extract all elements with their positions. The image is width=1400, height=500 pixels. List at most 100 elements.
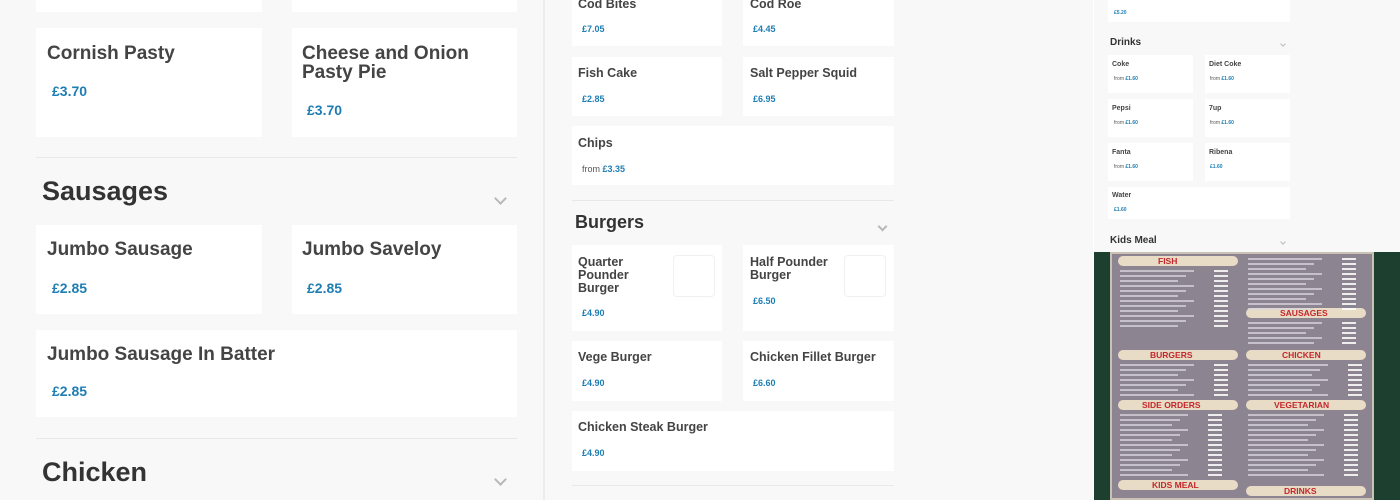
menu-item-card-partial[interactable]: £5.20 <box>1108 0 1290 22</box>
menu-item-card[interactable]: Water £1.60 <box>1108 187 1290 219</box>
item-name-line2: Burger <box>750 268 791 282</box>
board-price-line <box>1342 258 1356 260</box>
board-handwriting-line <box>1120 414 1188 416</box>
menu-panel-middle: Cod Bites £7.05 Cod Roe £4.45 Fish Cake … <box>545 0 1093 500</box>
board-handwriting-line <box>1120 454 1172 456</box>
menu-item-card-partial[interactable] <box>36 0 262 12</box>
board-handwriting-line <box>1120 419 1180 421</box>
board-handwriting-line <box>1248 332 1306 334</box>
item-price: from £1.60 <box>1210 120 1234 126</box>
item-price: £2.85 <box>52 383 88 399</box>
section-title-drinks[interactable]: Drinks <box>1110 37 1141 48</box>
menu-item-card[interactable]: Jumbo Sausage £2.85 <box>36 225 262 314</box>
menu-item-card[interactable]: Chips from £3.35 <box>572 126 894 185</box>
menu-item-card-partial[interactable] <box>292 0 517 12</box>
board-heading-vegetarian: VEGETARIAN <box>1274 400 1330 410</box>
board-handwriting-line <box>1248 288 1322 290</box>
chevron-down-icon[interactable] <box>494 473 507 486</box>
menu-item-card[interactable]: Jumbo Saveloy £2.85 <box>292 225 517 314</box>
board-price-line <box>1214 320 1228 322</box>
menu-item-card[interactable]: Ribena £1.60 <box>1205 143 1290 181</box>
section-title-kids-meal[interactable]: Kids Meal <box>1110 235 1157 246</box>
menu-item-card[interactable]: Vege Burger £4.90 <box>572 341 722 401</box>
price-value: £1.60 <box>1125 164 1138 170</box>
price-value: £1.60 <box>1125 76 1138 82</box>
menu-item-card[interactable]: Pepsi from £1.60 <box>1108 99 1193 137</box>
chevron-down-icon[interactable] <box>1280 239 1286 245</box>
board-handwriting-line <box>1248 469 1308 471</box>
board-handwriting-line <box>1248 474 1324 476</box>
section-title-sausages[interactable]: Sausages <box>42 176 168 207</box>
board-price-line <box>1214 310 1228 312</box>
menu-item-card[interactable]: Diet Coke from £1.60 <box>1205 55 1290 93</box>
chevron-down-icon[interactable] <box>877 221 888 232</box>
section-divider <box>36 438 517 439</box>
board-handwriting-line <box>1120 434 1180 436</box>
menu-item-card[interactable]: Cod Roe £4.45 <box>743 0 894 46</box>
item-price: £2.85 <box>582 94 605 104</box>
board-price-line <box>1344 459 1358 461</box>
board-handwriting-line <box>1248 434 1316 436</box>
menu-item-card[interactable]: Coke from £1.60 <box>1108 55 1193 93</box>
price-value: £1.60 <box>1221 76 1234 82</box>
board-price-line <box>1344 469 1358 471</box>
board-handwriting-line <box>1248 322 1322 324</box>
board-handwriting-line <box>1248 308 1314 310</box>
item-price: £6.50 <box>753 296 776 306</box>
item-name: Fanta <box>1112 149 1131 156</box>
menu-item-card[interactable]: Jumbo Sausage In Batter £2.85 <box>36 330 517 417</box>
item-name: Chips <box>578 136 613 150</box>
board-handwriting-line <box>1120 384 1186 386</box>
menu-item-card[interactable]: Fanta from £1.60 <box>1108 143 1193 181</box>
item-name-line2: Pasty Pie <box>302 62 387 83</box>
board-handwriting-line <box>1120 369 1186 371</box>
item-price: £4.45 <box>753 24 776 34</box>
menu-item-card[interactable]: Chicken Fillet Burger £6.60 <box>743 341 894 401</box>
item-price: £2.85 <box>307 280 343 296</box>
board-price-line <box>1344 434 1358 436</box>
board-handwriting-line <box>1248 449 1316 451</box>
menu-item-card[interactable]: 7up from £1.60 <box>1205 99 1290 137</box>
board-price-line <box>1342 337 1356 339</box>
item-price: from £1.60 <box>1114 120 1138 126</box>
menu-item-card[interactable]: Chicken Steak Burger £4.90 <box>572 411 894 471</box>
menu-item-card[interactable]: Salt Pepper Squid £6.95 <box>743 57 894 116</box>
item-name: Vege Burger <box>578 350 652 364</box>
menu-item-card[interactable]: Cod Bites £7.05 <box>572 0 722 46</box>
price-value: £1.60 <box>1221 120 1234 126</box>
chevron-down-icon[interactable] <box>494 192 507 205</box>
section-title-burgers[interactable]: Burgers <box>575 212 644 233</box>
item-name-line1: Cheese and Onion <box>302 43 469 64</box>
board-price-line <box>1342 342 1356 344</box>
board-price-line <box>1208 469 1222 471</box>
from-label: from <box>1114 164 1124 170</box>
board-price-line <box>1214 275 1228 277</box>
board-price-line <box>1208 434 1222 436</box>
board-price-line <box>1348 364 1362 366</box>
board-price-line <box>1208 459 1222 461</box>
board-price-line <box>1342 303 1356 305</box>
board-handwriting-line <box>1120 449 1180 451</box>
board-handwriting-line <box>1248 263 1314 265</box>
menu-item-card[interactable]: Fish Cake £2.85 <box>572 57 722 116</box>
board-handwriting-line <box>1248 327 1314 329</box>
menu-item-card[interactable]: Cheese and Onion Pasty Pie £3.70 <box>292 28 517 137</box>
board-heading-fish: FISH <box>1158 256 1178 266</box>
board-price-line <box>1208 424 1222 426</box>
section-divider <box>36 157 517 158</box>
item-thumbnail-image <box>673 255 715 297</box>
menu-item-card[interactable]: Half Pounder Burger £6.50 <box>743 245 894 331</box>
item-name: Ribena <box>1209 149 1233 156</box>
board-handwriting-line <box>1248 298 1306 300</box>
menu-item-card[interactable]: Cornish Pasty £3.70 <box>36 28 262 137</box>
item-name: Jumbo Saveloy <box>302 239 442 260</box>
board-price-line <box>1208 439 1222 441</box>
chevron-down-icon[interactable] <box>1280 41 1286 47</box>
board-handwriting-line <box>1120 474 1188 476</box>
price-value: £3.35 <box>602 164 626 174</box>
board-handwriting-line <box>1248 369 1320 371</box>
section-title-chicken[interactable]: Chicken <box>42 457 147 488</box>
item-price: £4.90 <box>582 308 605 318</box>
menu-item-card[interactable]: Quarter Pounder Burger £4.90 <box>572 245 722 331</box>
item-price: £4.90 <box>582 448 605 458</box>
